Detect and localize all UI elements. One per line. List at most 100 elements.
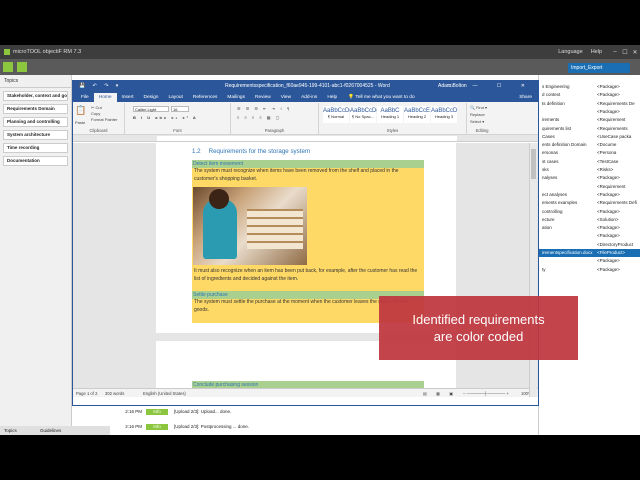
find-button[interactable]: 🔍 Find ▾ <box>470 105 487 110</box>
tree-item[interactable]: st cases <TestCase <box>539 158 640 166</box>
tab-layout[interactable]: Layout <box>163 93 187 102</box>
paste-button[interactable]: Paste <box>75 120 85 125</box>
tab-insert[interactable]: Insert <box>117 93 139 102</box>
sidebar-item-stakeholder[interactable]: Stakeholder, context and goals <box>3 91 68 101</box>
tree-item[interactable]: ty <Package> <box>539 266 640 274</box>
tab-mailings[interactable]: Mailings <box>222 93 250 102</box>
tree-item[interactable]: ts definition <Requirements De <box>539 100 640 108</box>
font-format-buttons[interactable]: B I U abc x₂ x² A <box>133 115 198 120</box>
tree-item[interactable]: <Package> <box>539 108 640 116</box>
tab-references[interactable]: References <box>188 93 223 102</box>
tree-item-type: <Package> <box>597 175 620 181</box>
zoom-slider[interactable]: − ──────┼────── + <box>463 389 509 397</box>
tree-item[interactable]: <Package> <box>539 232 640 240</box>
info-badge: Info <box>146 423 168 430</box>
home-icon[interactable] <box>3 62 13 72</box>
tree-item-label: ecture <box>542 216 555 222</box>
tree-item-type: <Package> <box>597 191 620 197</box>
tree-item-label: ersonas <box>542 150 559 156</box>
replace-button[interactable]: Replace <box>470 112 485 117</box>
shopping-photo <box>193 187 307 265</box>
tree-item[interactable]: Cases <UseCase packa <box>539 133 640 141</box>
font-group: Calibri Light 16 B I U abc x₂ x² A Font <box>125 103 231 134</box>
tree-item-type: <Package> <box>597 266 620 272</box>
sidebar-item-time-recording[interactable]: Time recording <box>3 143 68 153</box>
tab-review[interactable]: Review <box>250 93 276 102</box>
tell-me-input[interactable]: 💡 Tell me what you want to do <box>348 93 414 102</box>
tree-item[interactable]: nalyses <Package> <box>539 174 640 182</box>
tree-item[interactable]: ect analyses <Package> <box>539 191 640 199</box>
tree-item[interactable]: <DirectoryProduct <box>539 241 640 249</box>
language-status[interactable]: English (United States) <box>143 389 186 397</box>
list-buttons[interactable]: ☰ ☰ ☰ ⇤ ⇥ ↕ ¶ <box>237 106 291 111</box>
tree-item-type: <Requirement <box>597 117 626 123</box>
tab-add-ins[interactable]: Add-ins <box>296 93 322 102</box>
tree-item-type: <Risks> <box>597 167 614 172</box>
font-name-select[interactable]: Calibri Light <box>133 106 169 112</box>
tab-home[interactable]: Home <box>93 93 117 102</box>
tree-item[interactable]: irementspecification.docx <FileProduct> <box>539 249 640 257</box>
tab-guidelines[interactable]: Guidelines <box>36 428 65 433</box>
close-icon[interactable]: ✕ <box>630 49 640 56</box>
tree-item[interactable]: controlling <Package> <box>539 208 640 216</box>
log-row: 2:16 PM Info [Upload 2/3]: Postprocessin… <box>125 423 250 430</box>
tab-design[interactable]: Design <box>139 93 164 102</box>
select-button[interactable]: Select ▾ <box>470 119 484 124</box>
style-normal[interactable]: AaBbCcDc ¶ Normal <box>323 106 352 123</box>
tree-item-type: <Package> <box>597 108 620 114</box>
tree-item-label: irementspecification.docx <box>542 250 593 255</box>
tree-item[interactable]: ation <Package> <box>539 224 640 232</box>
page-count[interactable]: Page 1 of 2 <box>76 389 97 397</box>
import-export-button[interactable]: Import_Export <box>568 63 630 73</box>
copy-button[interactable]: Copy <box>91 111 100 116</box>
quick-access-toolbar[interactable]: 💾 ↶ ↷ ▾ <box>79 81 121 92</box>
tab-file[interactable]: File <box>76 93 94 102</box>
view-buttons[interactable]: ▤ ▦ ▣ <box>423 389 457 397</box>
tree-item[interactable]: irements <Requirement <box>539 116 640 124</box>
paste-icon[interactable]: 📋 <box>75 105 86 116</box>
status-bar: Page 1 of 2 302 words English (United St… <box>73 388 538 397</box>
tree-item[interactable]: ecture <Solution> <box>539 216 640 224</box>
minimize-icon[interactable]: – <box>610 49 620 55</box>
sidebar-header: Topics <box>0 75 71 88</box>
tree-item[interactable]: ements examples <Requirements Defi <box>539 199 640 207</box>
tree-item[interactable]: d context <Package> <box>539 91 640 99</box>
format-painter-button[interactable]: Format Painter <box>91 117 117 122</box>
panel-icon[interactable] <box>17 62 27 72</box>
project-tree: s Engineering <Package> d context <Package>… <box>538 75 640 435</box>
window-controls[interactable]: ▭ — ☐ ✕ <box>448 81 534 92</box>
sidebar-item-documentation[interactable]: Documentation <box>3 156 68 166</box>
cut-button[interactable]: ✂ Cut <box>91 105 102 110</box>
tree-item[interactable]: <Requirement <box>539 183 640 191</box>
tab-view[interactable]: View <box>276 93 296 102</box>
sidebar-item-requirements-domain[interactable]: Requirements Domain <box>3 104 68 114</box>
tree-item-type: <FileProduct> <box>597 250 626 255</box>
sidebar-item-system-architecture[interactable]: System architecture <box>3 130 68 140</box>
tree-item[interactable]: ents definition Domain <Docume <box>539 141 640 149</box>
share-button[interactable]: Share <box>519 93 532 102</box>
tab-topics[interactable]: Topics <box>0 428 21 433</box>
tree-item-type: <TestCase <box>597 158 619 164</box>
font-size-select[interactable]: 16 <box>171 106 189 112</box>
menu-language[interactable]: Language <box>558 49 582 55</box>
tree-item[interactable]: sks <Risks> <box>539 166 640 174</box>
style-heading-3[interactable]: AaBbCcD Heading 3 <box>431 106 457 123</box>
tab-help[interactable]: Help <box>322 93 342 102</box>
tree-item[interactable]: ersonas <Persona <box>539 149 640 157</box>
tree-item-label: s Engineering <box>542 84 570 89</box>
style-no-spacing[interactable]: AaBbCcDc ¶ No Spac... <box>350 106 379 123</box>
tree-item-label: nalyses <box>542 175 558 181</box>
requirement-body: The system must recognize when items hav… <box>192 168 424 292</box>
maximize-icon[interactable]: ☐ <box>620 49 630 56</box>
style-heading-1[interactable]: AaBbC Heading 1 <box>377 106 403 123</box>
tree-item[interactable]: s Engineering <Package> <box>539 83 640 91</box>
tree-item[interactable]: quirements list <Requirements <box>539 125 640 133</box>
style-heading-2[interactable]: AaBbCcE Heading 2 <box>404 106 430 123</box>
tree-item-type: <Package> <box>597 233 620 239</box>
sidebar-item-planning[interactable]: Planning and controlling <box>3 117 68 127</box>
menu-help[interactable]: Help <box>591 49 602 55</box>
tree-item[interactable]: <Package> <box>539 257 640 265</box>
ruler[interactable] <box>73 135 538 142</box>
align-buttons[interactable]: ≡ ≡ ≡ ≡ ▦ ▢ <box>237 115 281 120</box>
word-count[interactable]: 302 words <box>105 389 124 397</box>
